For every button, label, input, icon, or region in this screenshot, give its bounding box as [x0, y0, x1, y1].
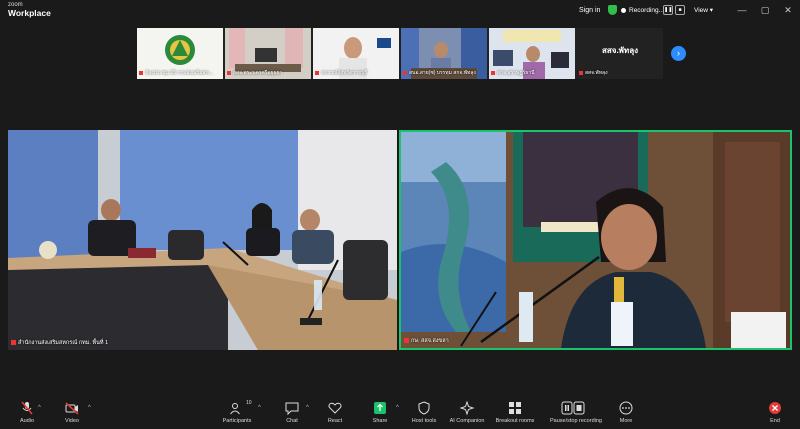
video-feed-image: [8, 130, 397, 350]
gallery-next-page-button[interactable]: ›: [671, 46, 686, 61]
gallery-tile[interactable]: สหกรณ์จังหวัดราชบุรี: [313, 28, 399, 79]
video-tile-active-speaker[interactable]: กษ. สสจ.สงขลา: [399, 130, 792, 350]
camera-off-icon: [65, 402, 79, 415]
view-caret-icon: ▾: [709, 7, 714, 14]
more-dots-icon: [619, 401, 633, 415]
react-label: React: [327, 418, 343, 424]
chat-bubble-icon: [285, 402, 299, 415]
view-button[interactable]: View ▾: [690, 4, 717, 17]
security-shield-icon[interactable]: [608, 5, 617, 15]
gallery-tile[interactable]: สนอ.สาย(ซ) บรรทุม สกจ.พัทลุง: [401, 28, 487, 79]
breakout-rooms-label: Breakout rooms: [495, 418, 535, 424]
tile-participant-name: สนอ.สาย(ซ) บรรทุม สกจ.พัทลุง: [403, 69, 476, 77]
view-label: View: [694, 7, 708, 14]
video-participant-name: กษ. สสจ.สงขลา: [404, 337, 449, 345]
react-button[interactable]: React: [312, 401, 358, 424]
gallery-tile[interactable]: ห้องประชุม 05 กรมส่งเสริมสห...: [137, 28, 223, 79]
chat-options-caret-icon[interactable]: ^: [306, 405, 309, 411]
video-tile-meeting-room[interactable]: สำนักงานส่งเสริมสหกรณ์ กทม. พื้นที่ 1: [8, 130, 397, 350]
participants-options-caret-icon[interactable]: ^: [258, 405, 261, 411]
zoom-meeting-window: zoom Workplace Sign in Recording... ❚❚ ■…: [0, 0, 800, 429]
microphone-muted-icon: [21, 401, 33, 415]
minimize-icon[interactable]: —: [735, 3, 749, 17]
participants-button[interactable]: 10 Participants: [214, 400, 260, 424]
video-label: Video: [65, 418, 79, 424]
brand-workplace: Workplace: [8, 8, 51, 18]
breakout-rooms-button[interactable]: Breakout rooms: [492, 401, 538, 424]
top-bar: zoom Workplace Sign in Recording... ❚❚ ■…: [0, 0, 800, 22]
tile-name-placeholder: สสจ.พัทลุง: [601, 46, 639, 55]
breakout-grid-icon: [509, 402, 521, 414]
chat-label: Chat: [286, 418, 298, 424]
record-dot-icon: [621, 7, 626, 13]
tile-participant-name: สสจ.พัทลุง: [579, 69, 608, 77]
video-participant-name: สำนักงานส่งเสริมสหกรณ์ กทม. พื้นที่ 1: [11, 339, 108, 347]
participants-count: 10: [246, 400, 252, 406]
share-screen-icon: [374, 402, 386, 414]
audio-options-caret-icon[interactable]: ^: [38, 405, 41, 411]
pause-stop-recording-icon: [561, 401, 585, 415]
meeting-controls-toolbar: Audio ^ Video ^ 10 Participants ^ Chat ^…: [0, 397, 800, 429]
end-label: End: [770, 418, 780, 424]
tile-participant-name: สสจ.พระนครศรีอยุธยา: [227, 69, 282, 77]
share-label: Share: [372, 418, 388, 424]
participants-label: Participants: [222, 418, 252, 424]
tile-participant-name: ห้องประชุม 05 กรมส่งเสริมสห...: [139, 69, 213, 77]
maximize-icon[interactable]: ▢: [758, 3, 772, 17]
gallery-tile[interactable]: สสจ.พระนครศรีอยุธยา: [225, 28, 311, 79]
more-button[interactable]: More: [603, 401, 649, 424]
close-window-icon[interactable]: ✕: [781, 3, 795, 17]
host-tools-label: Host tools: [411, 418, 437, 424]
sparkle-icon: [459, 401, 475, 415]
audio-button[interactable]: Audio: [4, 401, 50, 424]
participants-icon: [230, 403, 240, 415]
more-label: More: [619, 418, 633, 424]
recording-text: Recording...: [629, 7, 665, 14]
gallery-tile[interactable]: สกจ.สุราษฎร์ธานี: [489, 28, 575, 79]
video-options-caret-icon[interactable]: ^: [88, 405, 91, 411]
ai-companion-label: AI Companion: [449, 418, 485, 424]
end-meeting-button[interactable]: End: [752, 401, 798, 424]
host-tools-button[interactable]: Host tools: [401, 401, 447, 424]
recording-stop-button[interactable]: ■: [675, 5, 685, 15]
heart-icon: [328, 402, 342, 414]
participant-gallery-strip: ห้องประชุม 05 กรมส่งเสริมสห... สสจ.พระนค…: [137, 28, 663, 79]
video-feed-image: [401, 132, 790, 348]
pause-stop-recording-label: Pause/stop recording: [550, 418, 602, 424]
ai-companion-button[interactable]: AI Companion: [444, 401, 490, 424]
sign-in-button[interactable]: Sign in: [574, 4, 605, 17]
audio-label: Audio: [19, 418, 35, 424]
share-options-caret-icon[interactable]: ^: [396, 405, 399, 411]
tile-participant-name: สกจ.สุราษฎร์ธานี: [491, 69, 535, 77]
app-brand: zoom Workplace: [8, 2, 51, 18]
pause-stop-recording-button[interactable]: Pause/stop recording: [550, 401, 602, 424]
recording-pause-button[interactable]: ❚❚: [663, 5, 673, 15]
gallery-tile[interactable]: สสจ.พัทลุง สสจ.พัทลุง: [577, 28, 663, 79]
end-call-icon: [769, 402, 781, 414]
shield-icon: [418, 401, 430, 415]
recording-indicator: Recording...: [621, 4, 664, 17]
tile-participant-name: สหกรณ์จังหวัดราชบุรี: [315, 69, 367, 77]
